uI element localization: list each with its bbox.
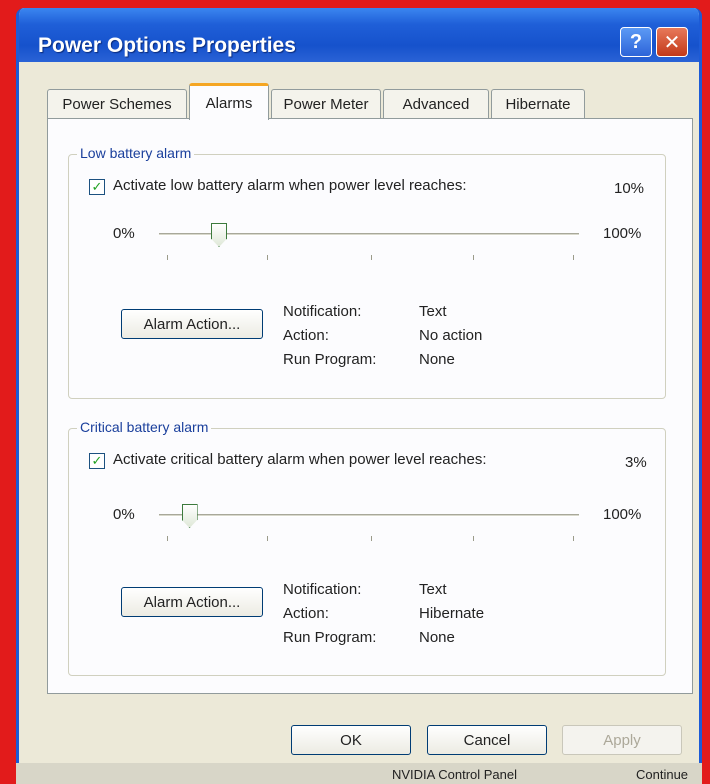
apply-button: Apply bbox=[562, 725, 682, 755]
power-options-window: Power Options Properties ? ✕ Power Schem… bbox=[16, 8, 702, 778]
low-slider-max-label: 100% bbox=[603, 225, 642, 242]
tab-advanced[interactable]: Advanced bbox=[383, 89, 489, 119]
critical-battery-checkbox-label[interactable]: Activate critical battery alarm when pow… bbox=[113, 451, 487, 468]
close-icon: ✕ bbox=[663, 31, 681, 54]
critical-battery-level-value: 3% bbox=[625, 454, 647, 471]
low-action-value: No action bbox=[419, 327, 483, 344]
slider-tick bbox=[167, 255, 168, 260]
critical-slider-max-label: 100% bbox=[603, 506, 642, 523]
slider-tick bbox=[371, 255, 372, 260]
low-battery-group: Low battery alarm ✓ Activate low battery… bbox=[68, 145, 666, 399]
critical-run-program-label: Run Program: bbox=[283, 629, 377, 646]
slider-tick bbox=[267, 536, 268, 541]
taskbar-item-continue: Continue bbox=[636, 767, 689, 782]
critical-battery-checkbox[interactable]: ✓ bbox=[89, 453, 105, 469]
critical-slider-min-label: 0% bbox=[113, 506, 135, 523]
low-battery-slider-thumb[interactable] bbox=[211, 223, 227, 247]
help-icon: ? bbox=[629, 30, 643, 53]
slider-tick bbox=[167, 536, 168, 541]
alarms-tab-panel: Low battery alarm ✓ Activate low battery… bbox=[47, 118, 693, 694]
cancel-button[interactable]: Cancel bbox=[427, 725, 547, 755]
window-title: Power Options Properties bbox=[38, 34, 296, 57]
help-button[interactable]: ? bbox=[620, 27, 652, 57]
low-battery-checkbox[interactable]: ✓ bbox=[89, 179, 105, 195]
tab-alarms[interactable]: Alarms bbox=[189, 83, 269, 120]
low-battery-checkbox-label[interactable]: Activate low battery alarm when power le… bbox=[113, 177, 467, 194]
tab-power-meter[interactable]: Power Meter bbox=[271, 89, 381, 119]
slider-tick bbox=[473, 255, 474, 260]
low-run-program-value: None bbox=[419, 351, 455, 368]
low-notification-value: Text bbox=[419, 303, 447, 320]
critical-alarm-action-button[interactable]: Alarm Action... bbox=[121, 587, 263, 617]
critical-battery-group-label: Critical battery alarm bbox=[77, 419, 212, 435]
critical-battery-slider-thumb[interactable] bbox=[181, 504, 198, 528]
low-battery-group-label: Low battery alarm bbox=[77, 145, 195, 161]
critical-notification-value: Text bbox=[419, 581, 447, 598]
slider-tick bbox=[267, 255, 268, 260]
critical-notification-label: Notification: bbox=[283, 581, 362, 598]
critical-action-value: Hibernate bbox=[419, 605, 485, 622]
title-bar[interactable]: Power Options Properties ? ✕ bbox=[19, 8, 699, 62]
tab-hibernate[interactable]: Hibernate bbox=[491, 89, 585, 119]
low-run-program-label: Run Program: bbox=[283, 351, 377, 368]
slider-tick bbox=[573, 255, 574, 260]
low-alarm-action-button[interactable]: Alarm Action... bbox=[121, 309, 263, 339]
critical-action-label: Action: bbox=[283, 605, 329, 622]
critical-run-program-value: None bbox=[419, 629, 455, 646]
close-button[interactable]: ✕ bbox=[656, 27, 688, 57]
low-notification-label: Notification: bbox=[283, 303, 362, 320]
slider-tick bbox=[473, 536, 474, 541]
background-taskbar: NVIDIA Control Panel Continue bbox=[16, 763, 702, 784]
check-icon: ✓ bbox=[91, 453, 103, 468]
low-action-label: Action: bbox=[283, 327, 329, 344]
low-battery-level-value: 10% bbox=[614, 180, 645, 197]
slider-tick bbox=[371, 536, 372, 541]
critical-battery-slider-track[interactable] bbox=[159, 514, 579, 517]
check-icon: ✓ bbox=[91, 179, 103, 194]
low-slider-min-label: 0% bbox=[113, 225, 135, 242]
slider-tick bbox=[573, 536, 574, 541]
taskbar-item-nvidia: NVIDIA Control Panel bbox=[392, 767, 518, 782]
ok-button[interactable]: OK bbox=[291, 725, 411, 755]
tab-power-schemes[interactable]: Power Schemes bbox=[47, 89, 187, 119]
critical-battery-group: Critical battery alarm ✓ Activate critic… bbox=[68, 419, 666, 676]
